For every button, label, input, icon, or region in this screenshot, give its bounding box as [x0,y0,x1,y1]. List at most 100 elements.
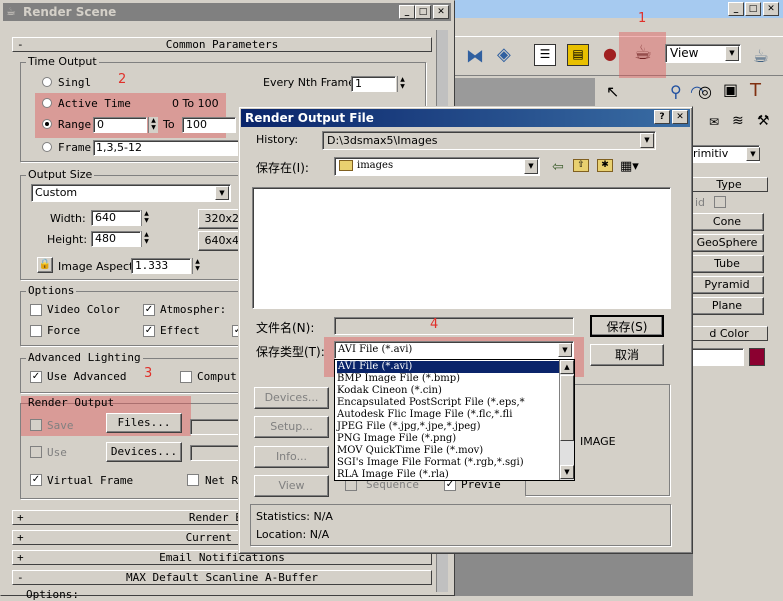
object-name-field[interactable] [690,348,744,366]
track-view-icon[interactable]: ▤ [567,44,589,66]
width-input[interactable]: 640 [91,210,141,226]
history-arrow[interactable]: ▼ [640,133,654,148]
history-dropdown[interactable]: D:\3dsmax5\Images [322,131,656,150]
up-folder-icon[interactable]: ⇧ [573,159,589,172]
primitives-arrow[interactable]: ▼ [746,147,760,161]
dialog-help-button[interactable]: ? [654,110,670,124]
atmospherics-checkbox[interactable]: ✓ [143,304,155,316]
use-advanced-checkbox[interactable]: ✓ [30,371,42,383]
virtual-frame-checkbox[interactable]: ✓ [30,474,42,486]
filetype-option-mov[interactable]: MOV QuickTime File (*.mov) [337,445,483,457]
height-input[interactable]: 480 [91,231,141,247]
active-time-radio[interactable] [42,98,52,108]
lights-icon[interactable]: ✉ [709,115,719,129]
filetype-option-rla[interactable]: RLA Image File (*.rla) [337,469,449,480]
range-from-input[interactable]: 0 [93,117,147,133]
spacewarps-icon[interactable]: ≋ [732,113,744,129]
every-nth-input[interactable]: 1 [351,76,396,92]
scanline-rollup[interactable]: - MAX Default Scanline A-Buffer [12,570,432,585]
render-close-button[interactable]: ✕ [433,5,449,19]
range-to-input[interactable]: 100 [182,117,236,133]
every-nth-spinner[interactable]: ▲ ▼ [397,76,407,92]
scroll-thumb[interactable] [560,375,574,441]
output-size-arrow[interactable]: ▼ [215,186,229,200]
cancel-button[interactable]: 取消 [590,344,664,366]
max-maximize-button[interactable]: □ [745,2,761,16]
filetype-option-sgi[interactable]: SGI's Image File Format (*.rgb,*.sgi) [337,457,524,469]
save-in-arrow[interactable]: ▼ [524,159,538,174]
height-spinner[interactable]: ▲ ▼ [141,231,151,247]
pyramid-button[interactable]: Pyramid [690,276,764,294]
autogrid-checkbox[interactable] [714,196,726,208]
display-tab-icon[interactable]: ▣ [723,80,738,99]
quick-render-icon[interactable]: ☕ [748,46,774,68]
save-button[interactable]: 保存(S) [590,315,664,337]
common-parameters-rollup[interactable]: - Common Parameters [12,37,432,52]
filetype-option-avi[interactable]: AVI File (*.avi) [337,361,559,373]
schematic-icon[interactable]: ☰ [534,44,556,66]
file-list-pane[interactable] [252,187,671,309]
preset-640-button[interactable]: 640x4 [198,231,242,251]
frames-input[interactable]: 1,3,5-12 [93,140,243,156]
filetype-option-png[interactable]: PNG Image File (*.png) [337,433,456,445]
filetype-option-eps[interactable]: Encapsulated PostScript File (*.eps,* [337,397,525,409]
tube-button[interactable]: Tube [690,255,764,273]
utilities-tab-icon[interactable]: T [750,80,761,101]
hierarchy-tab-icon[interactable]: ⚲ [670,82,682,101]
render-minimize-button[interactable]: _ [399,5,415,19]
filename-input[interactable] [334,317,574,335]
view-dropdown-arrow[interactable]: ▼ [725,46,739,61]
cone-button[interactable]: Cone [690,213,764,231]
scroll-up-button[interactable]: ▲ [560,360,574,374]
compute-checkbox[interactable] [180,371,192,383]
scroll-down-button[interactable]: ▼ [560,465,574,479]
save-file-checkbox[interactable] [30,419,42,431]
filetype-option-jpg[interactable]: JPEG File (*.jpg,*.jpe,*.jpeg) [337,421,480,433]
aspect-lock-icon[interactable]: 🔒 [37,257,53,273]
filetype-list-scrollbar[interactable]: ▲ ▼ [559,360,574,480]
net-render-checkbox[interactable] [187,474,199,486]
object-color-swatch[interactable] [749,348,765,366]
dialog-view-button[interactable]: View [254,475,329,497]
filetype-dropdown[interactable]: AVI File (*.avi) [334,341,574,359]
align-icon[interactable]: ◈ [497,44,521,68]
effects-checkbox[interactable]: ✓ [143,325,155,337]
filetype-option-cin[interactable]: Kodak Cineon (*.cin) [337,385,442,397]
files-button[interactable]: Files... [106,413,182,433]
mirror-icon[interactable]: ⧓ [466,46,488,67]
save-in-dropdown[interactable]: images [334,157,540,176]
dialog-close-button[interactable]: ✕ [672,110,688,124]
video-color-checkbox[interactable] [30,304,42,316]
create-tab-icon[interactable]: ↖ [606,82,619,101]
use-device-checkbox[interactable] [30,446,42,458]
filetype-arrow[interactable]: ▼ [558,343,572,357]
dialog-info-button[interactable]: Info... [254,446,329,468]
image-aspect-spinner[interactable]: ▲ ▼ [192,258,202,274]
filetype-option-flc[interactable]: Autodesk Flic Image File (*.flc,*.fli [337,409,512,421]
range-from-spinner[interactable]: ▲ ▼ [148,117,158,133]
geosphere-button[interactable]: GeoSphere [690,234,764,252]
new-folder-icon[interactable]: ✱ [597,159,613,172]
motion-tab-icon[interactable]: ◎ [698,82,712,101]
render-maximize-button[interactable]: □ [415,5,431,19]
output-size-dropdown[interactable]: Custom [31,184,231,202]
devices-button[interactable]: Devices... [106,442,182,462]
single-radio[interactable] [42,77,52,87]
back-icon[interactable]: ⇦ [552,159,564,175]
filetype-option-bmp[interactable]: BMP Image File (*.bmp) [337,373,460,385]
range-radio[interactable] [42,119,52,129]
dialog-devices-button[interactable]: Devices... [254,387,329,409]
preset-320-button[interactable]: 320x2 [198,209,242,229]
max-close-button[interactable]: ✕ [763,2,779,16]
image-aspect-input[interactable]: 1.333 [131,258,191,274]
force-checkbox[interactable] [30,325,42,337]
view-menu-icon[interactable]: ▦▾ [620,159,639,174]
width-spinner[interactable]: ▲ ▼ [141,210,151,226]
render-scene-icon[interactable]: ☕ [630,40,656,68]
frames-radio[interactable] [42,142,52,152]
max-minimize-button[interactable]: _ [728,2,744,16]
systems-icon[interactable]: ⚒ [757,113,770,129]
plane-button[interactable]: Plane [690,297,764,315]
dialog-setup-button[interactable]: Setup... [254,416,329,438]
filetype-list[interactable]: AVI File (*.avi) BMP Image File (*.bmp) … [334,359,575,481]
